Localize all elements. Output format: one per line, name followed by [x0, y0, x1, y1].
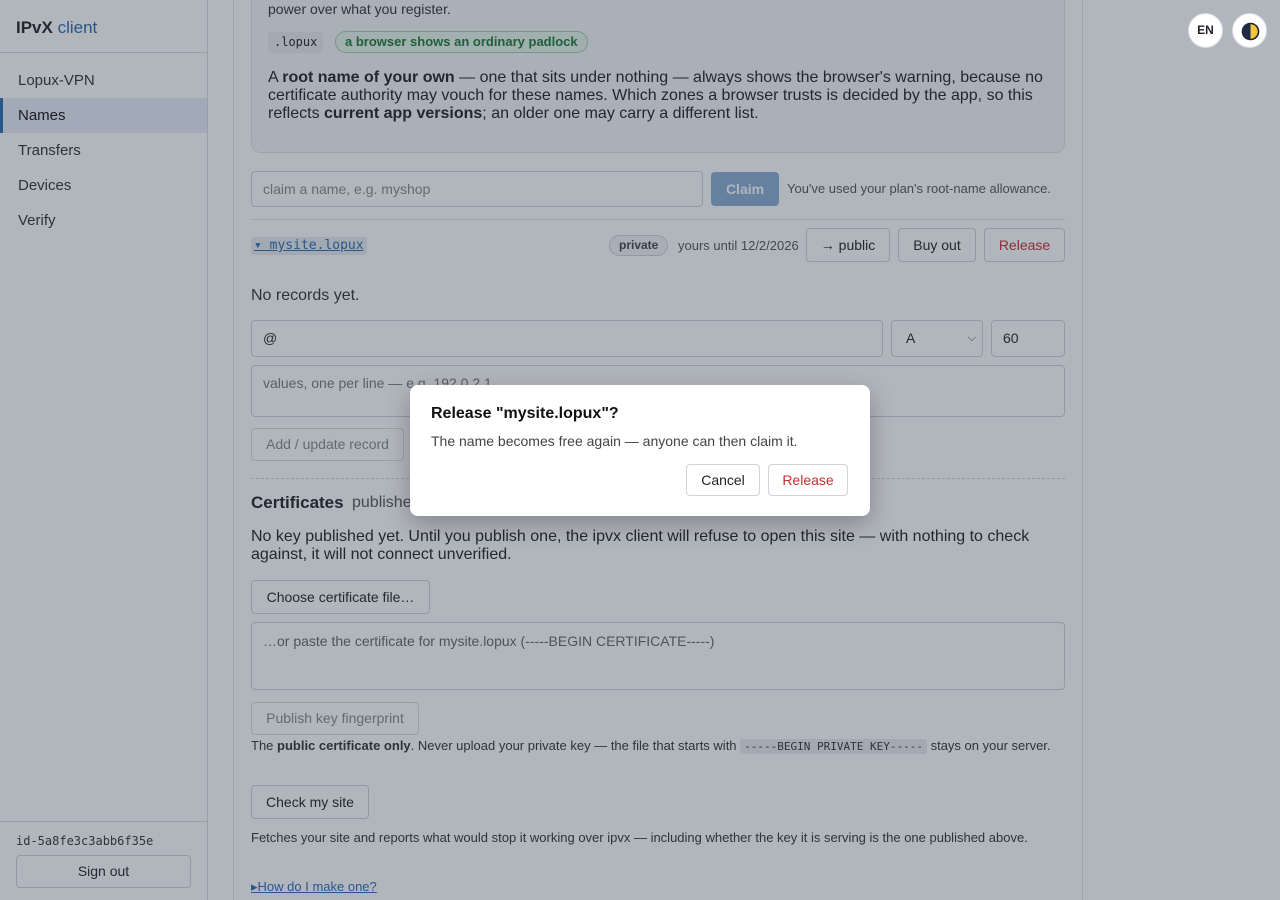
dialog-body: The name becomes free again — anyone can…	[431, 433, 798, 449]
release-confirm-dialog: Release "mysite.lopux"? The name becomes…	[410, 385, 870, 516]
half-moon-icon	[1241, 22, 1260, 41]
theme-toggle-button[interactable]	[1232, 13, 1267, 48]
language-button[interactable]: EN	[1188, 13, 1223, 48]
confirm-release-button[interactable]: Release	[768, 464, 848, 496]
dialog-title: Release "mysite.lopux"?	[431, 405, 619, 422]
cancel-button[interactable]: Cancel	[686, 464, 760, 496]
